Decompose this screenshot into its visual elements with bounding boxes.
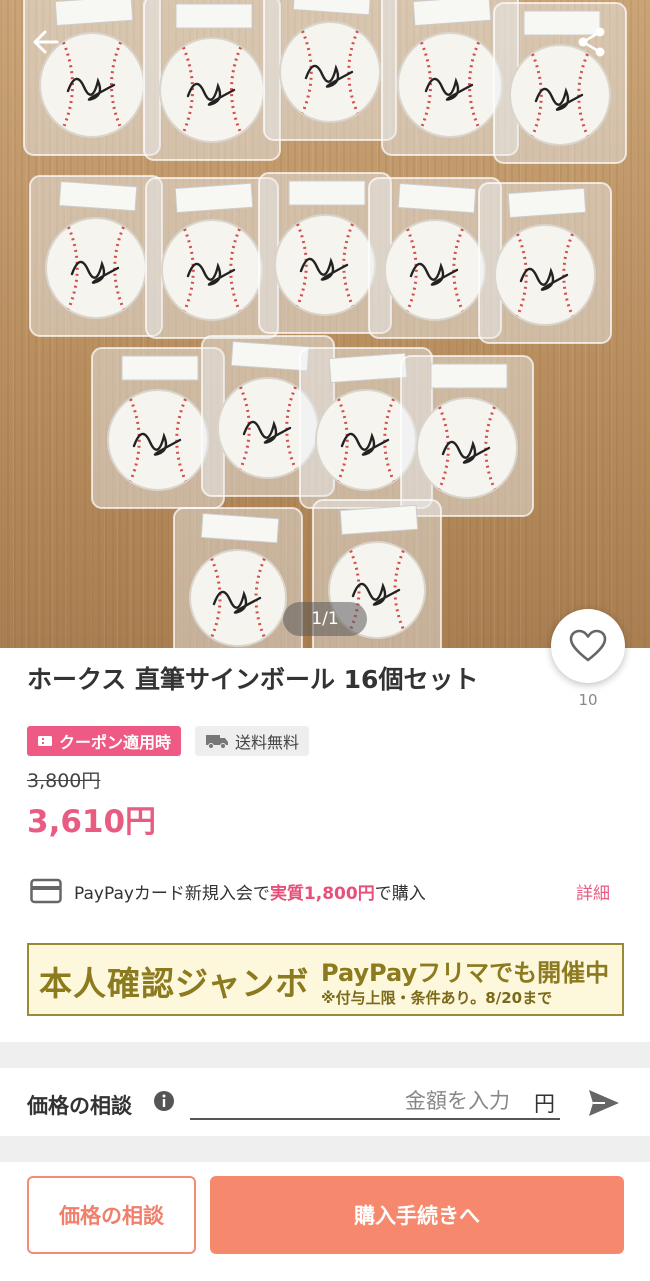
signed-baseball (478, 182, 612, 344)
info-icon[interactable] (153, 1090, 175, 1112)
yen-unit: 円 (534, 1092, 555, 1116)
signed-baseball (263, 0, 397, 141)
like-area: 10 (551, 609, 625, 709)
badges: クーポン適用時 送料無料 (27, 726, 310, 756)
banner-sub-text-1: PayPayフリマでも開催中 (321, 959, 610, 987)
baseballs-illustration (23, 0, 627, 648)
signed-baseball (400, 355, 534, 517)
section-divider (0, 1136, 650, 1162)
product-title: ホークス 直筆サインボール 16個セット (27, 665, 479, 694)
like-button[interactable] (551, 609, 625, 683)
paypay-card-highlight: 実質1,800円 (269, 883, 375, 904)
section-divider (0, 1042, 650, 1068)
banner-main-text: 本人確認ジャンボ (39, 964, 310, 1003)
negotiate-button[interactable]: 価格の相談 (27, 1176, 196, 1254)
signed-baseball (143, 0, 281, 161)
free-shipping-badge: 送料無料 (195, 726, 310, 756)
send-icon[interactable] (587, 1088, 621, 1118)
image-counter: 1/1 (283, 602, 367, 636)
ticket-icon (38, 736, 52, 746)
banner-sub-text-2: ※付与上限・条件あり。8/20まで (321, 989, 553, 1007)
free-shipping-label: 送料無料 (235, 733, 300, 752)
truck-icon (206, 735, 229, 749)
back-button[interactable] (20, 16, 72, 68)
campaign-banner[interactable]: 本人確認ジャンボ PayPayフリマでも開催中 ※付与上限・条件あり。8/20ま… (27, 943, 624, 1016)
arrow-left-icon (33, 30, 59, 54)
share-icon (578, 27, 605, 57)
negotiation-label: 価格の相談 (27, 1094, 132, 1118)
paypay-card-promo: PayPayカード新規入会で実質1,800円で購入 詳細 (30, 874, 610, 908)
product-detail-page: 1/1 10 ホークス 直筆サインボール 16個セット クーポン適用時 送料無料… (0, 0, 650, 1281)
paypay-card-text-after: で購入 (374, 883, 426, 904)
original-price: 3,800円 (27, 770, 101, 792)
discounted-price: 3,610円 (27, 804, 157, 840)
signed-baseball (29, 175, 163, 337)
paypay-card-text-before: PayPayカード新規入会で (74, 883, 270, 904)
purchase-button[interactable]: 購入手続きへ (210, 1176, 624, 1254)
coupon-badge: クーポン適用時 (27, 726, 182, 756)
like-count: 10 (578, 691, 598, 709)
bottom-action-bar: 価格の相談 購入手続きへ (0, 1162, 650, 1281)
detail-link[interactable]: 詳細 (576, 879, 610, 904)
signed-baseball (173, 507, 303, 648)
coupon-badge-label: クーポン適用時 (59, 733, 172, 752)
price-input[interactable] (190, 1084, 560, 1120)
paypay-card-text: PayPayカード新規入会で実質1,800円で購入 (74, 879, 426, 904)
credit-card-icon (30, 878, 62, 904)
price-negotiation-row: 価格の相談 円 (0, 1068, 650, 1136)
product-photo[interactable]: 1/1 (0, 0, 650, 648)
share-button[interactable] (566, 16, 618, 68)
heart-icon (569, 629, 607, 662)
